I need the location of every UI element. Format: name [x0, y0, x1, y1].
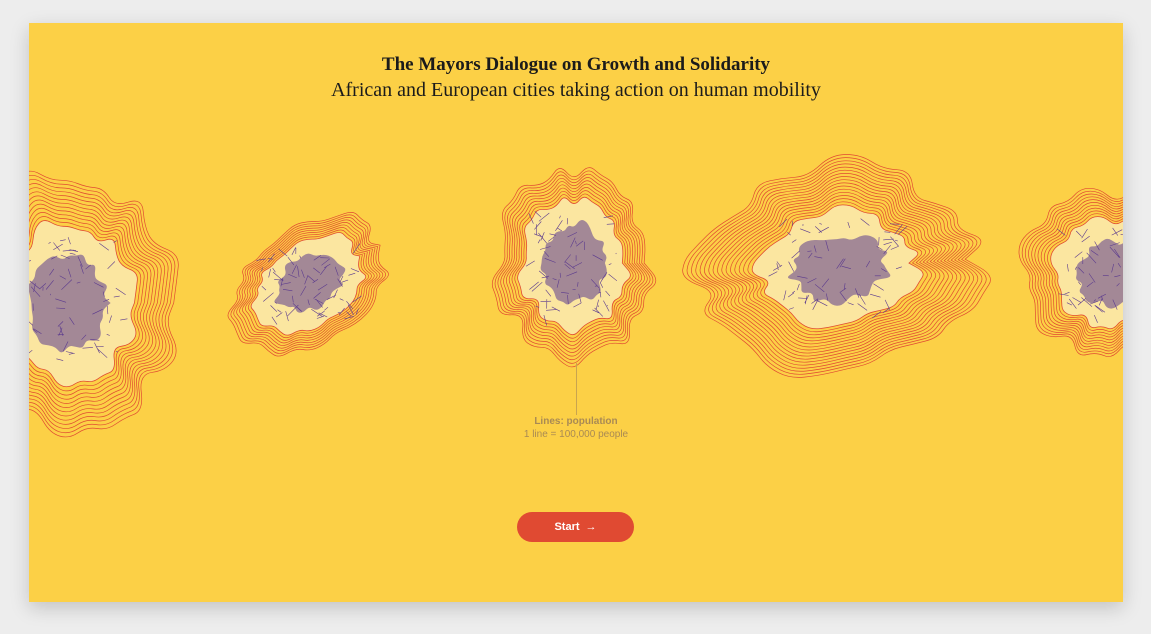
arrow-right-icon: →: [585, 521, 597, 533]
city-map-center-icon: [491, 167, 657, 368]
city-map-right-partial-icon: [1018, 187, 1123, 357]
city-map-left-partial-icon: [29, 170, 179, 438]
legend-callout-line: [576, 363, 577, 415]
legend-subtitle: 1 line = 100,000 people: [523, 429, 629, 440]
start-button[interactable]: Start →: [517, 512, 634, 542]
city-map-rectangular-icon: [682, 154, 991, 378]
start-button-label: Start: [554, 521, 580, 533]
landing-stage: The Mayors Dialogue on Growth and Solida…: [29, 23, 1123, 602]
legend-title: Lines: population: [534, 416, 618, 427]
city-map-elongated-icon: [227, 212, 389, 357]
